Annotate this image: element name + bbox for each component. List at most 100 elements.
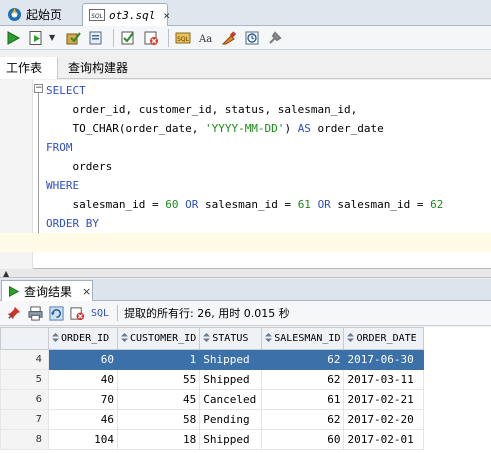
row-number[interactable]: 4 [0, 349, 49, 370]
close-tab-icon[interactable]: × [163, 9, 170, 22]
panel-splitter[interactable]: ▲▼ [0, 269, 491, 287]
clear-icon[interactable]: SQL [173, 28, 193, 48]
sort-arrows-icon[interactable] [265, 333, 273, 342]
history-icon[interactable] [242, 28, 262, 48]
sql-literal: 61 [297, 198, 311, 211]
table-row[interactable]: 7 46 58 Pending 62 2017-02-20 [0, 409, 425, 430]
code-line[interactable]: FROM [46, 138, 443, 157]
sql-literal: 62 [430, 198, 444, 211]
run-script-icon[interactable] [26, 28, 46, 48]
table-cell[interactable]: Shipped [199, 429, 263, 450]
format-icon[interactable]: Aa [196, 28, 216, 48]
sort-arrows-icon[interactable] [52, 333, 59, 342]
row-number[interactable]: 6 [0, 389, 49, 410]
sql-text: salesman_id = [198, 198, 298, 211]
table-row[interactable]: 8 104 18 Shipped 60 2017-02-01 [0, 429, 425, 450]
table-row[interactable]: 4 60 1 Shipped 62 2017-06-30 [0, 349, 425, 370]
table-cell[interactable]: 46 [48, 409, 118, 430]
tab-query-builder[interactable]: 查询构建器 [62, 57, 134, 79]
code-line[interactable]: TO_CHAR(order_date, 'YYYY-MM-DD') AS ord… [46, 119, 443, 138]
code-line[interactable]: WHERE [46, 176, 443, 195]
table-cell[interactable]: 58 [116, 409, 201, 430]
column-header[interactable]: ORDER_DATE [343, 327, 425, 350]
row-number[interactable]: 5 [0, 369, 49, 390]
sort-arrows-icon[interactable] [347, 333, 355, 342]
sql-text: order_date [310, 122, 384, 135]
column-header-label: STATUS [212, 333, 249, 344]
pin-icon[interactable] [5, 304, 23, 322]
column-header[interactable]: STATUS [199, 327, 263, 350]
table-cell[interactable]: 61 [261, 389, 345, 410]
code-line[interactable]: orders [46, 157, 443, 176]
table-cell[interactable]: Shipped [199, 349, 263, 370]
row-number[interactable]: 7 [0, 409, 49, 430]
sql-keyword: OR [317, 198, 331, 211]
sql-text: orders [46, 160, 113, 173]
table-row[interactable]: 5 40 55 Shipped 62 2017-03-11 [0, 369, 425, 390]
table-cell[interactable]: 2017-02-20 [343, 409, 425, 430]
run-dropdown-icon[interactable]: ▼ [49, 33, 59, 42]
code-line[interactable]: ORDER BY [46, 214, 443, 233]
refresh-icon[interactable] [47, 304, 65, 322]
column-header-label: ORDER_ID [61, 333, 110, 344]
tab-worksheet[interactable]: 工作表 [0, 57, 58, 79]
result-grid[interactable]: ORDER_ID CUSTOMER_ID STATUS SALESMAN_ID ORDE… [0, 327, 491, 453]
autotrace-icon[interactable] [141, 28, 161, 48]
code-line[interactable]: SELECT [46, 81, 443, 100]
close-results-icon[interactable]: × [82, 285, 91, 298]
toolbar-separator [168, 28, 169, 47]
table-cell[interactable]: 2017-06-30 [343, 349, 425, 370]
table-cell[interactable]: 62 [261, 409, 345, 430]
sql-keyword: ORDER BY [46, 217, 99, 230]
tab-sql-file[interactable]: SQL ot3.sql × [82, 3, 170, 26]
row-number[interactable]: 8 [0, 429, 49, 450]
tab-query-result[interactable]: 查询结果 × [1, 280, 93, 301]
table-cell[interactable]: Canceled [199, 389, 263, 410]
table-cell[interactable]: 60 [48, 349, 118, 370]
sql-text: ) [284, 122, 298, 135]
sql-link[interactable]: SQL [91, 308, 109, 319]
table-cell[interactable]: 55 [116, 369, 201, 390]
table-cell[interactable]: 2017-02-21 [343, 389, 425, 410]
table-cell[interactable]: 2017-02-01 [343, 429, 425, 450]
table-cell[interactable]: 1 [116, 349, 201, 370]
sort-arrows-icon[interactable] [203, 333, 211, 342]
toolbar-separator [113, 28, 114, 47]
code-line[interactable]: order_id, customer_id, status, salesman_… [46, 100, 443, 119]
table-cell[interactable]: 60 [261, 429, 345, 450]
table-cell[interactable]: 18 [116, 429, 201, 450]
run-icon [6, 284, 20, 298]
commit-icon[interactable] [63, 28, 83, 48]
current-line-highlight [0, 233, 491, 252]
cancel-fetch-icon[interactable] [68, 304, 86, 322]
table-cell[interactable]: 40 [48, 369, 118, 390]
sql-text: salesman_id = [46, 198, 166, 211]
table-cell[interactable]: Shipped [199, 369, 263, 390]
rollback-icon[interactable] [86, 28, 106, 48]
column-header[interactable]: ORDER_ID [48, 327, 118, 350]
sql-file-icon: SQL [89, 7, 105, 23]
table-row[interactable]: 6 70 45 Canceled 61 2017-02-21 [0, 389, 425, 410]
table-cell[interactable]: 62 [261, 369, 345, 390]
sql-code[interactable]: SELECT order_id, customer_id, status, sa… [0, 81, 491, 252]
table-cell[interactable]: 2017-03-11 [343, 369, 425, 390]
column-header[interactable]: CUSTOMER_ID [116, 327, 201, 350]
svg-text:Aa: Aa [198, 34, 212, 45]
table-cell[interactable]: 104 [48, 429, 118, 450]
tab-start-page[interactable]: 起始页 [0, 3, 80, 26]
sql-tuning-icon[interactable] [219, 28, 239, 48]
run-icon[interactable] [3, 28, 23, 48]
table-cell[interactable]: Pending [199, 409, 263, 430]
explain-plan-icon[interactable] [118, 28, 138, 48]
table-cell[interactable]: 45 [116, 389, 201, 410]
print-icon[interactable] [26, 304, 44, 322]
table-cell[interactable]: 62 [261, 349, 345, 370]
column-header[interactable]: SALESMAN_ID [261, 327, 345, 350]
table-cell[interactable]: 70 [48, 389, 118, 410]
unshared-sql-icon[interactable] [265, 28, 285, 48]
sort-arrows-icon[interactable] [121, 333, 128, 342]
sql-editor[interactable]: − SELECT order_id, customer_id, status, … [0, 80, 491, 269]
fold-toggle-icon[interactable]: − [34, 84, 43, 93]
code-line[interactable]: salesman_id = 60 OR salesman_id = 61 OR … [46, 195, 443, 214]
